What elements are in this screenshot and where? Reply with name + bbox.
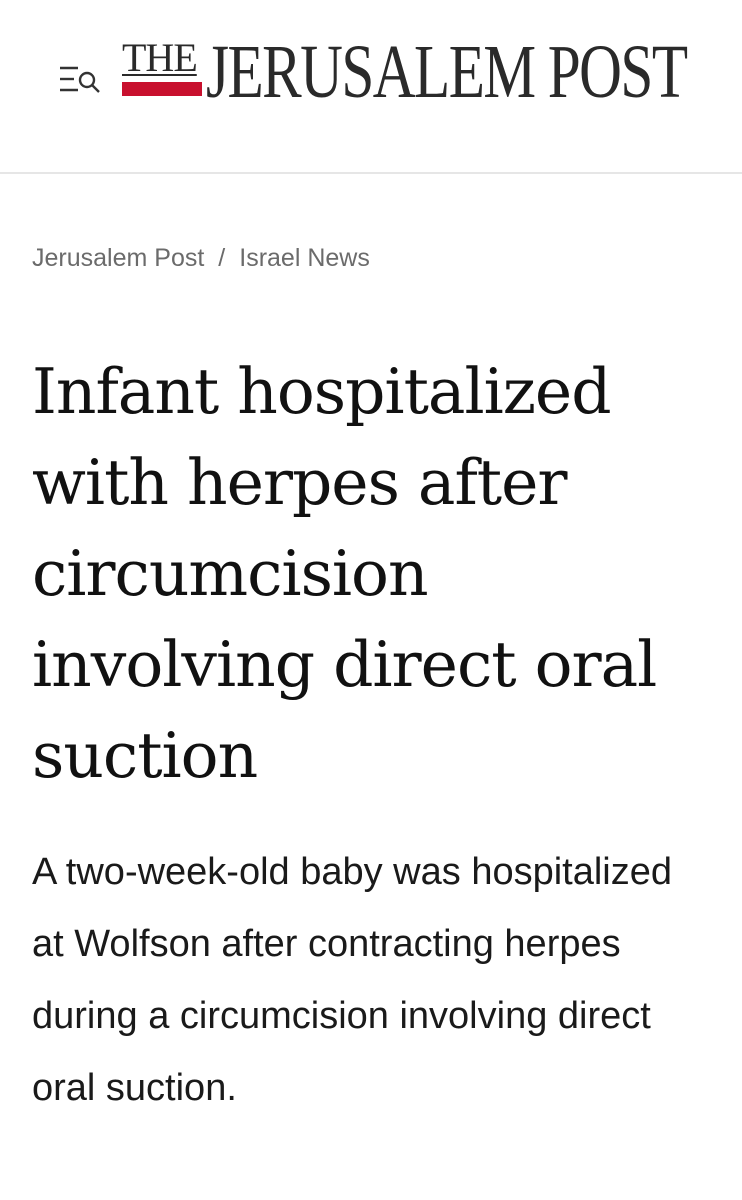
menu-search-icon (60, 66, 100, 93)
article-subheadline: A two-week-old baby was hospitalized at … (32, 851, 673, 1109)
breadcrumb-link-home[interactable]: Jerusalem Post (32, 244, 204, 272)
breadcrumb-separator: / (218, 244, 226, 272)
logo-red-bar (122, 82, 202, 96)
menu-search-button[interactable] (58, 62, 104, 98)
logo-name-text: JERUSALEM POST (206, 30, 688, 114)
article-headline: Infant hospitalized with herpes after ci… (32, 355, 657, 792)
site-header: THE JERUSALEM POST (0, 0, 742, 174)
breadcrumb: Jerusalem Post / Israel News (32, 240, 370, 276)
breadcrumb-link-israel-news[interactable]: Israel News (239, 244, 370, 272)
site-logo[interactable]: THE JERUSALEM POST (118, 30, 698, 130)
logo-the-text: THE (122, 35, 198, 80)
